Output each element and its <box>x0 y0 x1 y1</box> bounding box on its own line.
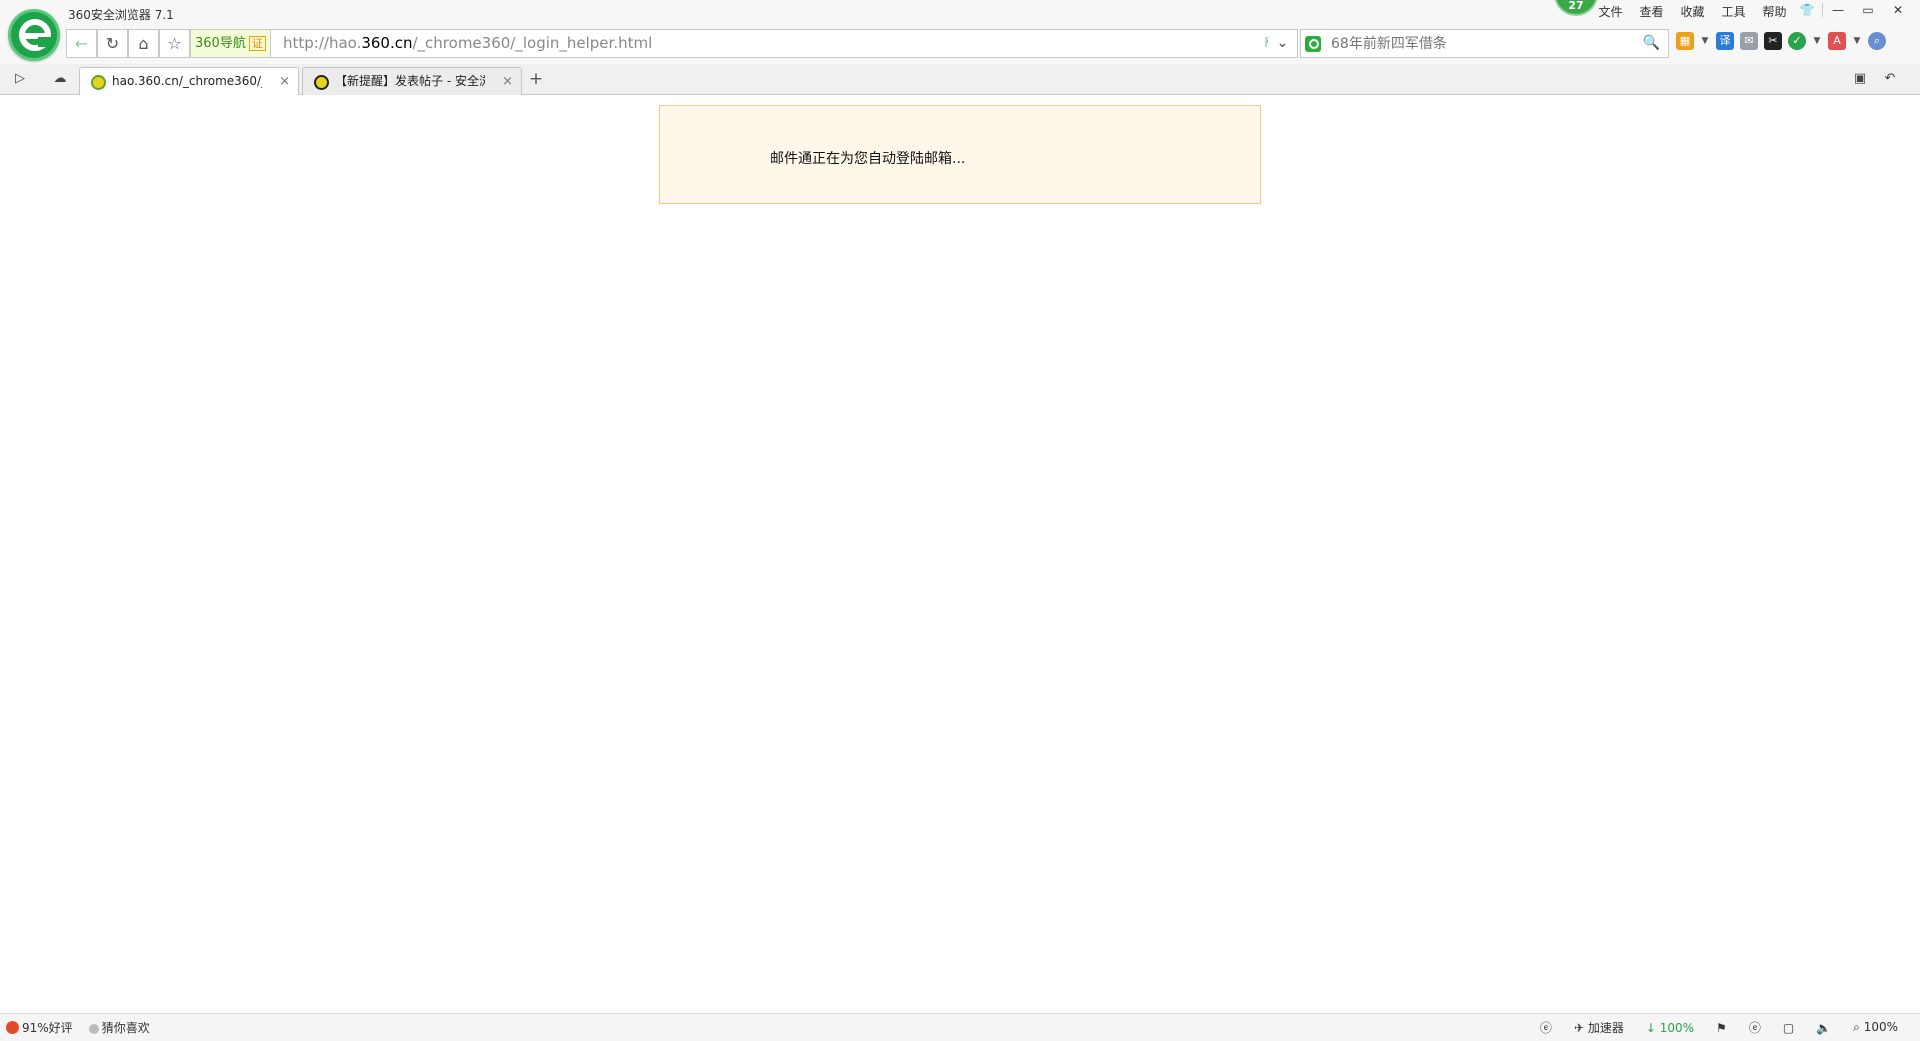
tab-login-helper[interactable]: hao.360.cn/_chrome360/_lc × <box>79 67 299 97</box>
download-icon: ↓ <box>1645 1020 1656 1035</box>
skin-icon[interactable]: 👕 <box>1792 0 1822 20</box>
login-notice-text: 邮件通正在为您自动登陆邮箱... <box>770 151 966 167</box>
url-path: /_chrome360/_login_helper.html <box>412 34 653 52</box>
download-item[interactable]: ↓ 100% <box>1646 1021 1694 1035</box>
tab-label: hao.360.cn/_chrome360/_lc <box>112 74 262 88</box>
app-title: 360安全浏览器 7.1 <box>68 8 174 22</box>
menu-bar: 文件 查看 收藏 工具 帮助 <box>1590 3 1795 21</box>
flag-icon[interactable]: ⚑ <box>1716 1021 1727 1035</box>
new-tab-button[interactable]: + <box>526 68 546 90</box>
certificate-badge: 证 <box>248 36 266 51</box>
status-bar: 91%好评 猜你喜欢 ⓔ ✈ 加速器 ↓ 100% ⚑ ⓔ ▢ 🔈 ⌕ 100% <box>0 1013 1920 1041</box>
minimize-button[interactable]: — <box>1823 0 1853 20</box>
tab-favicon-icon <box>91 75 106 90</box>
rocket-icon: ✈ <box>1573 1021 1584 1035</box>
search-box[interactable]: 🔍 <box>1300 29 1669 58</box>
menu-view[interactable]: 查看 <box>1631 3 1672 21</box>
zoom-item[interactable]: ⌕ 100% <box>1853 1020 1898 1035</box>
url-text[interactable]: http://hao.360.cn/_chrome360/_login_help… <box>283 30 652 57</box>
close-tab-icon[interactable]: × <box>279 68 290 95</box>
app-grid-icon[interactable]: ▦ <box>1676 32 1694 50</box>
restore-tabs-icon[interactable]: ▣ <box>1848 69 1872 89</box>
extension-icons: ▦ ▼ 译 ✉ ✂ ✓ ▼ A ▼ ⌕ <box>1676 32 1886 50</box>
status-left: 91%好评 猜你喜欢 <box>6 1019 150 1036</box>
back-button[interactable]: ← <box>66 29 97 58</box>
address-bar[interactable]: 360导航证 http://hao.360.cn/_chrome360/_log… <box>190 29 1298 58</box>
browser-mode-icon[interactable]: ⓔ <box>1749 1019 1761 1036</box>
chevron-down-icon[interactable]: ▼ <box>1812 32 1822 50</box>
menu-help[interactable]: 帮助 <box>1754 3 1795 21</box>
download-progress: 100% <box>1659 1020 1695 1035</box>
search-icon[interactable]: 🔍 <box>1643 30 1660 57</box>
chevron-down-icon[interactable]: ▼ <box>1852 32 1862 50</box>
site-identity-label: 360导航 <box>195 36 246 51</box>
accelerator-item[interactable]: ✈ 加速器 <box>1574 1019 1624 1036</box>
accelerator-label: 加速器 <box>1587 1021 1624 1035</box>
undo-close-icon[interactable]: ↶ <box>1878 69 1902 89</box>
menu-file[interactable]: 文件 <box>1590 3 1631 21</box>
favorite-button[interactable]: ☆ <box>159 29 190 58</box>
browser-logo-icon[interactable] <box>8 9 60 61</box>
tab-favicon-icon <box>314 75 329 90</box>
logo-cut <box>38 37 52 47</box>
zoom-icon[interactable]: ⌕ <box>1868 32 1886 50</box>
login-notice-box: 邮件通正在为您自动登陆邮箱... <box>659 105 1261 204</box>
screenshot-icon[interactable]: ✂ <box>1764 32 1782 50</box>
guess-icon <box>88 1024 99 1034</box>
zoom-level: 100% <box>1863 1020 1898 1034</box>
title-bar: 360安全浏览器 7.1 27 文件 查看 收藏 工具 帮助 👕 — ▭ ✕ <box>0 0 1920 28</box>
navigation-toolbar: ← ↻ ⌂ ☆ 360导航证 http://hao.360.cn/_chrome… <box>0 28 1920 64</box>
tab-label: 【新提醒】发表帖子 - 安全浏 <box>335 74 485 88</box>
close-tab-icon[interactable]: × <box>502 68 513 95</box>
site-identity-tag[interactable]: 360导航证 <box>191 30 271 57</box>
status-right: ⓔ ✈ 加速器 ↓ 100% ⚑ ⓔ ▢ 🔈 ⌕ 100% <box>1540 1019 1898 1036</box>
rating-label: 91%好评 <box>22 1021 73 1035</box>
tab-forum-post[interactable]: 【新提醒】发表帖子 - 安全浏 × <box>302 67 522 96</box>
ie-mode-icon[interactable]: ⓔ <box>1540 1019 1552 1036</box>
refresh-button[interactable]: ↻ <box>97 29 128 58</box>
sidebar-toggle-icon[interactable]: ▷ <box>8 69 32 89</box>
chevron-down-icon[interactable]: ▼ <box>1700 32 1710 50</box>
pdf-icon[interactable]: A <box>1828 32 1846 50</box>
url-prefix: http://hao. <box>283 34 362 52</box>
rating-item[interactable]: 91%好评 <box>6 1019 73 1036</box>
sound-icon[interactable]: 🔈 <box>1816 1021 1831 1035</box>
browser-window: 360安全浏览器 7.1 27 文件 查看 收藏 工具 帮助 👕 — ▭ ✕ ←… <box>0 0 1920 1041</box>
address-dropdown-button[interactable]: ⌄ <box>1268 29 1298 58</box>
menu-tools[interactable]: 工具 <box>1713 3 1754 21</box>
mail-icon[interactable]: ✉ <box>1740 32 1758 50</box>
guess-label: 猜你喜欢 <box>101 1021 150 1035</box>
home-button[interactable]: ⌂ <box>128 29 159 58</box>
menu-favorites[interactable]: 收藏 <box>1672 3 1713 21</box>
window-icon[interactable]: ▢ <box>1783 1021 1794 1035</box>
guess-item[interactable]: 猜你喜欢 <box>88 1019 150 1036</box>
translate-icon[interactable]: 译 <box>1716 32 1734 50</box>
maximize-button[interactable]: ▭ <box>1853 0 1883 20</box>
url-domain: 360.cn <box>361 34 413 52</box>
magnifier-icon: ⌕ <box>1853 1020 1860 1034</box>
search-engine-icon[interactable] <box>1305 36 1321 52</box>
page-content: 邮件通正在为您自动登陆邮箱... <box>0 95 1920 1013</box>
tab-bar: ▷ ☁ hao.360.cn/_chrome360/_lc × 【新提醒】发表帖… <box>0 64 1920 97</box>
rating-icon <box>6 1021 19 1034</box>
shield-icon[interactable]: ✓ <box>1788 32 1806 50</box>
close-button[interactable]: ✕ <box>1883 0 1913 20</box>
search-input[interactable] <box>1331 30 1631 57</box>
window-controls: 👕 — ▭ ✕ <box>1792 0 1913 20</box>
cloud-icon[interactable]: ☁ <box>48 69 72 89</box>
